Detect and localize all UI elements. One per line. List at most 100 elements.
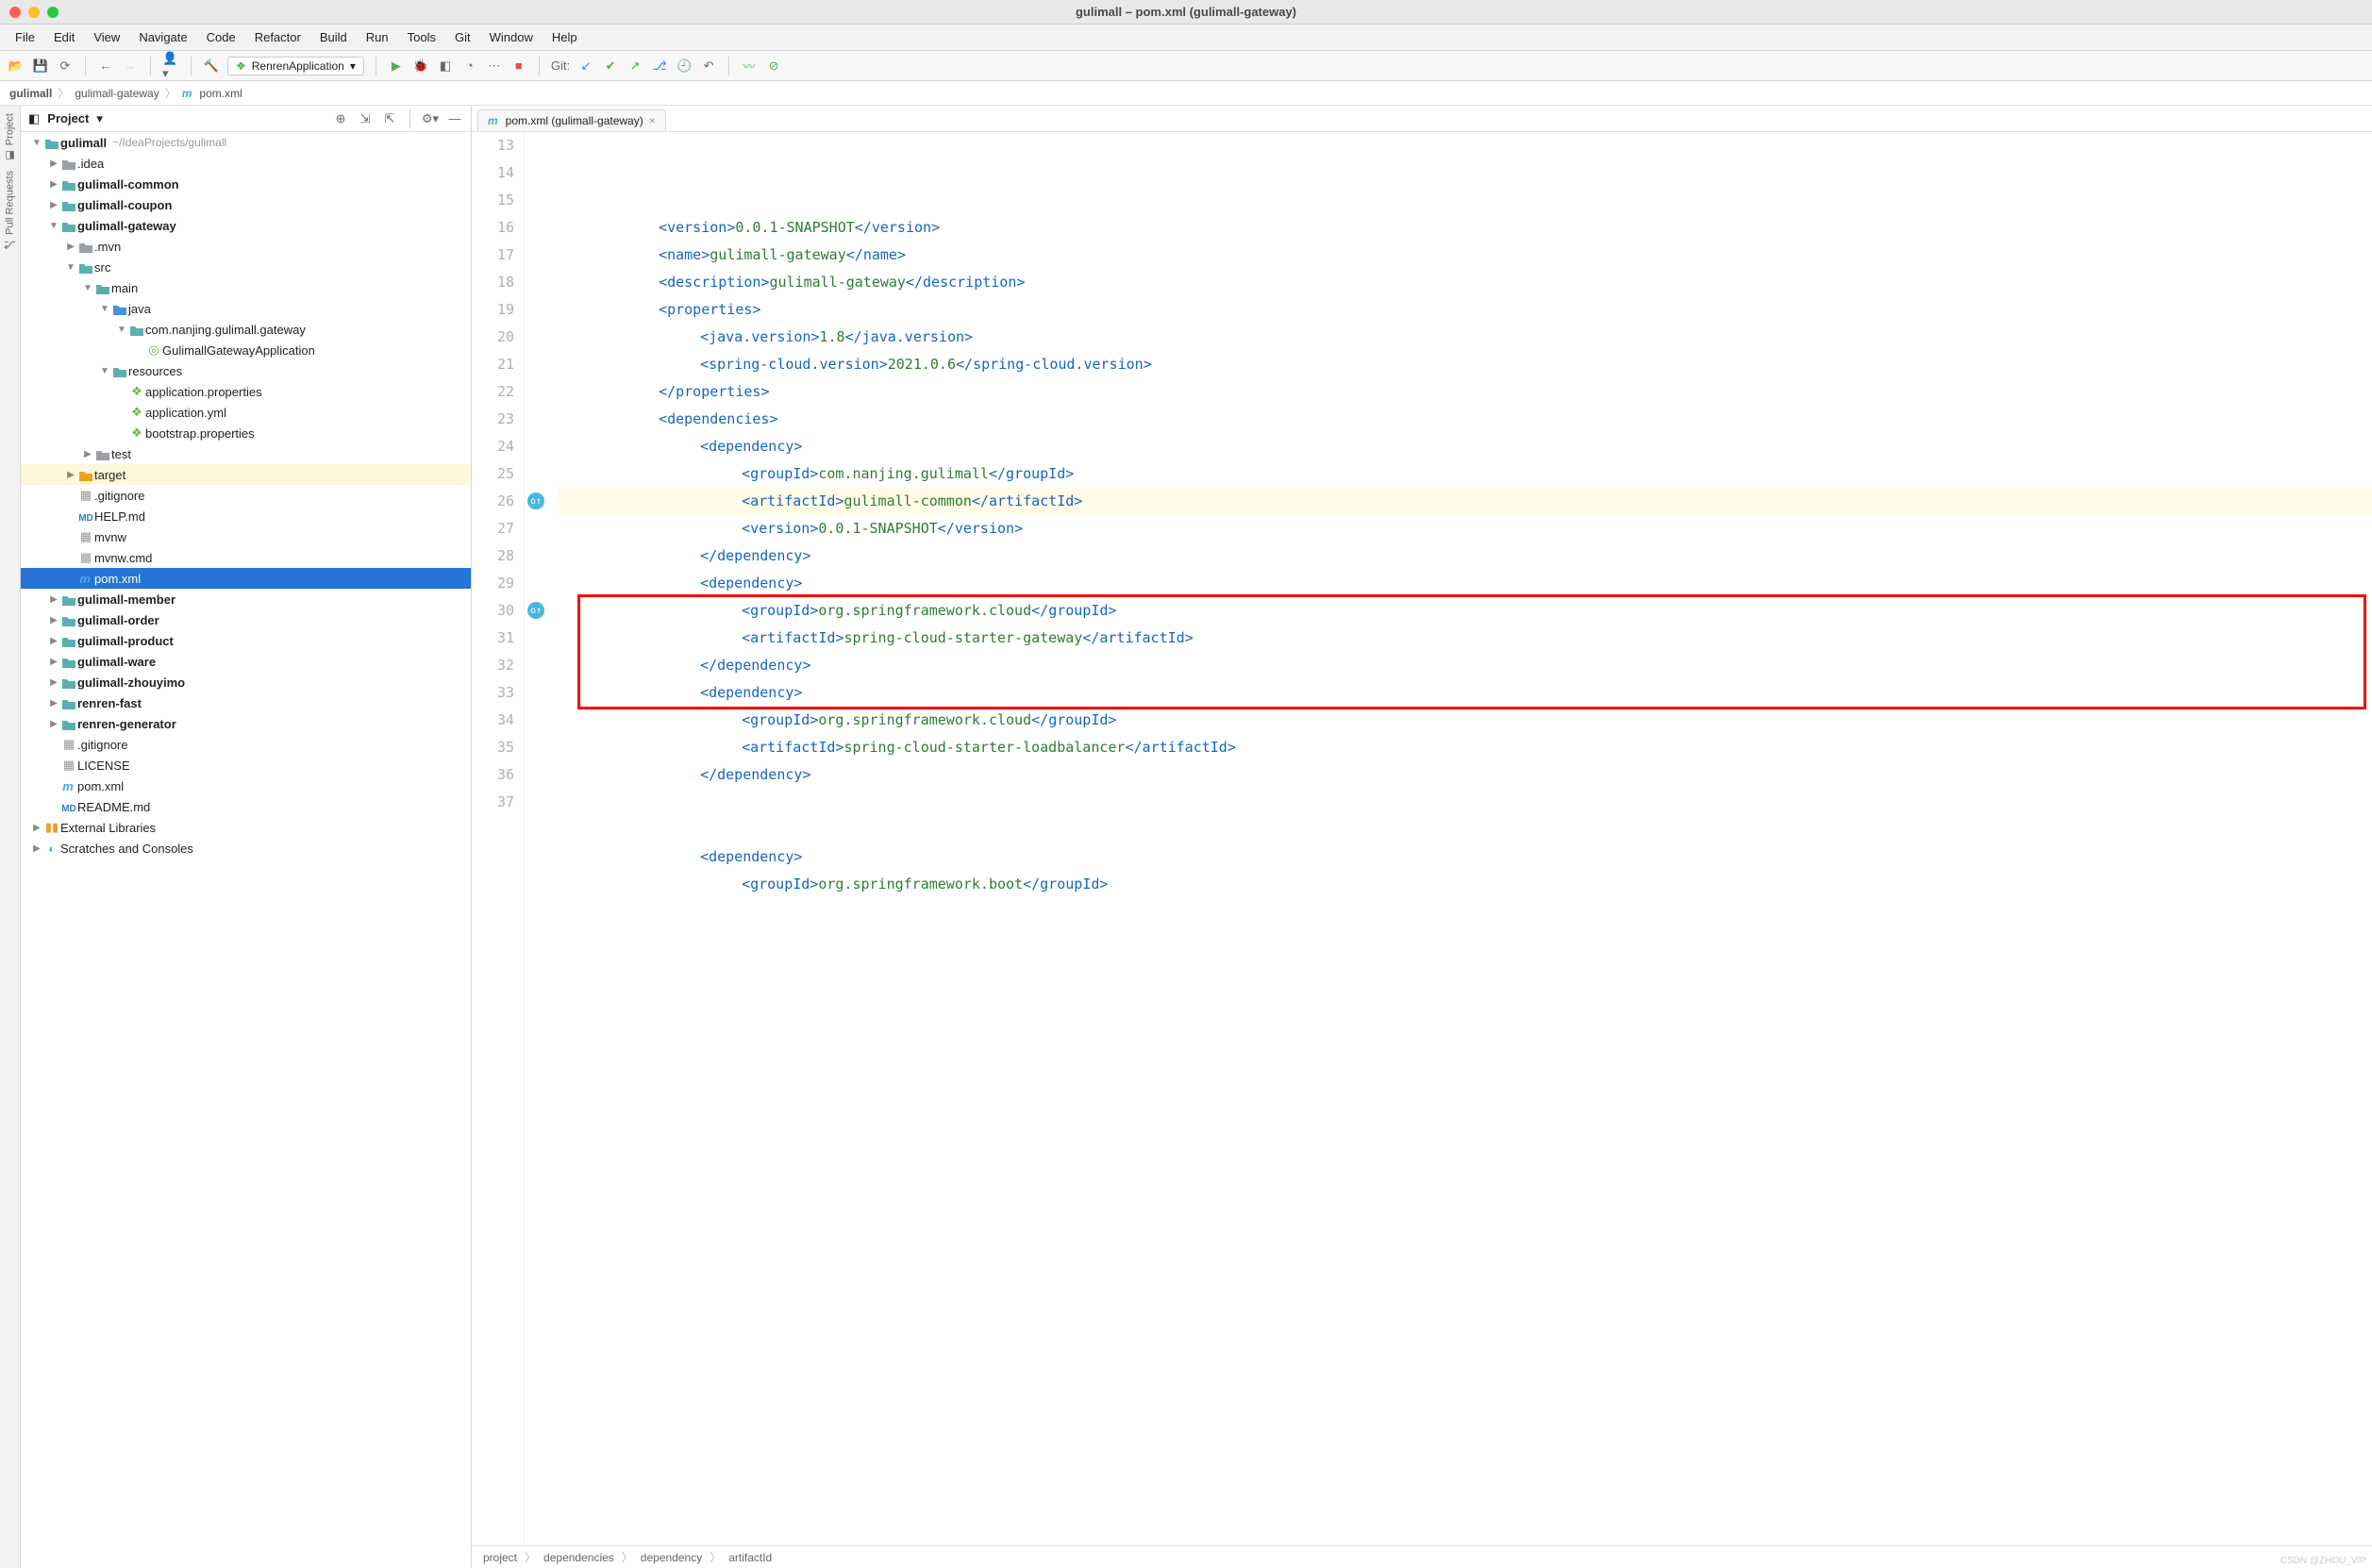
line-number[interactable]: 23 xyxy=(472,406,514,433)
line-number[interactable]: 19 xyxy=(472,296,514,324)
tree-app_yml[interactable]: ❖application.yml xyxy=(21,402,471,423)
project-panel-title[interactable]: Project xyxy=(47,111,89,125)
chevron-down-icon[interactable]: ▼ xyxy=(47,221,60,231)
locate-icon[interactable]: ⊕ xyxy=(332,110,349,127)
menu-refactor[interactable]: Refactor xyxy=(245,26,310,48)
line-number[interactable]: 15 xyxy=(472,187,514,214)
tree-help_md[interactable]: MDHELP.md xyxy=(21,506,471,526)
code-line-30[interactable]: <dependency> xyxy=(559,679,2372,707)
hammer-icon[interactable]: 🔨 xyxy=(203,58,220,75)
tree-app_props[interactable]: ❖application.properties xyxy=(21,381,471,402)
run-icon[interactable]: ▶ xyxy=(388,58,405,75)
line-number[interactable]: 16 xyxy=(472,214,514,242)
project-tree[interactable]: ▼gulimall~/IdeaProjects/gulimall▶.idea▶g… xyxy=(21,132,471,1568)
code-line-23[interactable]: <artifactId>gulimall-common</artifactId> xyxy=(559,488,2372,515)
line-number[interactable]: 22 xyxy=(472,378,514,406)
tree-app_class[interactable]: ◎GulimallGatewayApplication xyxy=(21,340,471,360)
line-number[interactable]: 24 xyxy=(472,433,514,460)
tool-project[interactable]: ◧ Project xyxy=(4,113,16,161)
tree-renren_gen[interactable]: ▶renren-generator xyxy=(21,713,471,734)
menu-tools[interactable]: Tools xyxy=(398,26,445,48)
ecrumb-3[interactable]: artifactId xyxy=(728,1551,772,1564)
git-commit-icon[interactable]: ✔ xyxy=(602,58,619,75)
sync-icon[interactable]: ⟳ xyxy=(57,58,74,75)
chevron-right-icon[interactable]: ▶ xyxy=(47,615,60,626)
save-all-icon[interactable]: 💾 xyxy=(32,58,49,75)
forward-icon[interactable]: → xyxy=(122,58,139,75)
open-icon[interactable]: 📂 xyxy=(8,58,25,75)
code-line-19[interactable]: </properties> xyxy=(559,378,2372,406)
git-push-icon[interactable]: ↗ xyxy=(626,58,643,75)
chevron-down-icon[interactable]: ▼ xyxy=(64,262,77,273)
menu-git[interactable]: Git xyxy=(445,26,480,48)
chevron-right-icon[interactable]: ▶ xyxy=(30,843,43,854)
crumb-root[interactable]: gulimall xyxy=(9,87,52,100)
line-number[interactable]: 21 xyxy=(472,351,514,378)
tree-gm_gateway[interactable]: ▼gulimall-gateway xyxy=(21,215,471,236)
tree-ext_libs[interactable]: ▶▮▮External Libraries xyxy=(21,817,471,838)
chevron-right-icon[interactable]: ▶ xyxy=(30,823,43,833)
line-number[interactable]: 30 xyxy=(472,597,514,625)
line-number[interactable]: 25 xyxy=(472,460,514,488)
code-line-29[interactable]: </dependency> xyxy=(559,652,2372,679)
tree-pkg[interactable]: ▼com.nanjing.gulimall.gateway xyxy=(21,319,471,340)
tree-renren_fast[interactable]: ▶renren-fast xyxy=(21,692,471,713)
chevron-right-icon[interactable]: ▶ xyxy=(47,719,60,729)
override-mark-icon[interactable]: o↑ xyxy=(527,492,544,509)
tree-main[interactable]: ▼main xyxy=(21,277,471,298)
hide-icon[interactable]: — xyxy=(446,110,463,127)
chevron-right-icon[interactable]: ▶ xyxy=(64,470,77,480)
back-icon[interactable]: ← xyxy=(97,58,114,75)
ecrumb-1[interactable]: dependencies xyxy=(543,1551,614,1564)
chevron-down-icon[interactable]: ▼ xyxy=(81,283,94,293)
tree-gm_member[interactable]: ▶gulimall-member xyxy=(21,589,471,609)
stop-icon[interactable]: ■ xyxy=(510,58,527,75)
ecrumb-0[interactable]: project xyxy=(483,1551,517,1564)
tree-gm_common[interactable]: ▶gulimall-common xyxy=(21,174,471,194)
close-tab-icon[interactable]: × xyxy=(649,114,656,127)
tree-mvn[interactable]: ▶.mvn xyxy=(21,236,471,257)
code-line-21[interactable]: <dependency> xyxy=(559,433,2372,460)
tree-gm_ware[interactable]: ▶gulimall-ware xyxy=(21,651,471,672)
chevron-right-icon[interactable]: ▶ xyxy=(47,158,60,169)
gutter[interactable]: 1314151617181920212223242526272829303132… xyxy=(472,132,525,1545)
menu-build[interactable]: Build xyxy=(310,26,357,48)
crumb-module[interactable]: gulimall-gateway xyxy=(75,87,159,100)
code-line-17[interactable]: <java.version>1.8</java.version> xyxy=(559,324,2372,351)
line-number[interactable]: 33 xyxy=(472,679,514,707)
line-number[interactable]: 34 xyxy=(472,707,514,734)
tree-resources[interactable]: ▼resources xyxy=(21,360,471,381)
tool-pull-requests[interactable]: ⎇ Pull Requests xyxy=(4,171,16,251)
tree-gm_order[interactable]: ▶gulimall-order xyxy=(21,609,471,630)
ide-probe-icon[interactable]: 〰 xyxy=(741,58,758,75)
profile-icon[interactable]: ◔ xyxy=(461,58,478,75)
code-line-20[interactable]: <dependencies> xyxy=(559,406,2372,433)
git-update-icon[interactable]: ↙ xyxy=(577,58,594,75)
override-mark-icon[interactable]: o↑ xyxy=(527,602,544,619)
chevron-down-icon[interactable]: ▼ xyxy=(98,366,111,376)
line-number[interactable]: 32 xyxy=(472,652,514,679)
code-line-24[interactable]: <version>0.0.1-SNAPSHOT</version> xyxy=(559,515,2372,542)
code-editor[interactable]: <version>0.0.1-SNAPSHOT</version> <name>… xyxy=(549,132,2372,1545)
menu-navigate[interactable]: Navigate xyxy=(129,26,196,48)
menu-edit[interactable]: Edit xyxy=(44,26,84,48)
code-line-37[interactable]: <groupId>org.springframework.boot</group… xyxy=(559,871,2372,898)
line-number[interactable]: 20 xyxy=(472,324,514,351)
line-number[interactable]: 35 xyxy=(472,734,514,761)
code-line-33[interactable]: </dependency> xyxy=(559,761,2372,789)
ecrumb-2[interactable]: dependency xyxy=(641,1551,702,1564)
ide-noentry-icon[interactable]: ⊘ xyxy=(765,58,782,75)
git-history-icon[interactable]: 🕘 xyxy=(676,58,693,75)
code-line-32[interactable]: <artifactId>spring-cloud-starter-loadbal… xyxy=(559,734,2372,761)
chevron-right-icon[interactable]: ▶ xyxy=(47,657,60,667)
menu-view[interactable]: View xyxy=(84,26,129,48)
line-number[interactable]: 27 xyxy=(472,515,514,542)
chevron-right-icon[interactable]: ▶ xyxy=(64,242,77,252)
line-number[interactable]: 29 xyxy=(472,570,514,597)
menu-file[interactable]: File xyxy=(6,26,44,48)
run-config-selector[interactable]: ❖ RenrenApplication ▾ xyxy=(227,57,364,75)
tree-mvnw[interactable]: ▦mvnw xyxy=(21,526,471,547)
code-line-15[interactable]: <description>gulimall-gateway</descripti… xyxy=(559,269,2372,296)
avatar-icon[interactable]: 👤▾ xyxy=(162,58,179,75)
code-line-28[interactable]: <artifactId>spring-cloud-starter-gateway… xyxy=(559,625,2372,652)
